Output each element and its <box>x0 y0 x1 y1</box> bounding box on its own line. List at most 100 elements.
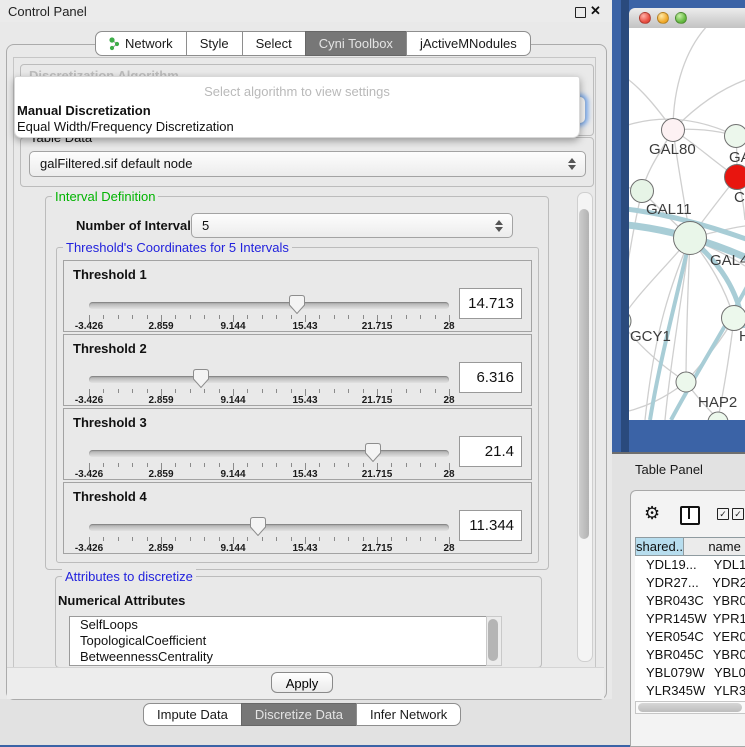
close-traffic-light-icon[interactable] <box>639 12 651 24</box>
network-node[interactable] <box>725 165 745 190</box>
tab-select[interactable]: Select <box>242 31 306 56</box>
shared-name-cell: YBL079W <box>635 664 708 682</box>
apply-button[interactable]: Apply <box>271 672 333 693</box>
attribute-list-item[interactable]: TopologicalCoefficient <box>70 633 486 649</box>
tick-label: 9.144 <box>220 469 245 480</box>
network-canvas[interactable]: GAL80GACGAL11GAL4HGCY1HAP2 <box>629 28 745 420</box>
scrollbar-thumb[interactable] <box>579 209 589 539</box>
threshold-slider[interactable] <box>89 368 449 388</box>
threshold-slider[interactable] <box>89 294 449 314</box>
threshold-value-field[interactable]: 11.344 <box>459 510 522 541</box>
network-node[interactable] <box>662 119 685 142</box>
slider-tick-labels: -3.4262.8599.14415.4321.71528 <box>89 543 449 555</box>
tab-impute-data[interactable]: Impute Data <box>143 703 242 726</box>
main-window-background: GAL80GACGAL11GAL4HGCY1HAP2 Table Panel s… <box>612 0 745 745</box>
tab-label: Infer Network <box>370 707 447 722</box>
tick-label: 15.43 <box>292 543 317 554</box>
table-row[interactable]: YBL079WYBL0 <box>635 664 745 682</box>
tab-network[interactable]: Network <box>95 31 187 56</box>
algorithm-option[interactable]: Manual Discretization <box>17 103 151 118</box>
node-label: GCY1 <box>630 328 671 345</box>
column-header-shared-name[interactable]: shared... <box>635 537 684 556</box>
node-label: GA <box>729 149 745 166</box>
up-down-arrows-icon[interactable] <box>568 158 576 170</box>
tick-label: 2.859 <box>148 395 173 406</box>
network-node[interactable] <box>631 180 654 203</box>
tick-label: 2.859 <box>148 321 173 332</box>
threshold-value-field[interactable]: 6.316 <box>459 362 522 393</box>
slider-track[interactable] <box>89 524 449 531</box>
network-edge[interactable] <box>673 80 745 130</box>
table-horizontal-scrollbar[interactable] <box>635 701 745 714</box>
select-none-icon[interactable] <box>732 508 744 520</box>
table-row[interactable]: YLR345WYLR3 <box>635 682 745 700</box>
split-columns-icon[interactable] <box>680 506 700 525</box>
slider-thumb[interactable] <box>250 517 266 536</box>
slider-track[interactable] <box>89 302 449 309</box>
table-data-combobox[interactable]: galFiltered.sif default node <box>29 151 586 177</box>
table-row[interactable]: YBR045CYBR0 <box>635 646 745 664</box>
attribute-list-item[interactable]: SelfLoops <box>70 617 486 633</box>
tick-label: -3.426 <box>75 469 103 480</box>
node-label: GAL80 <box>649 141 696 158</box>
threshold-panel: Threshold 3-3.4262.8599.14415.4321.71528… <box>63 408 532 480</box>
float-window-icon[interactable] <box>575 7 586 18</box>
tab-label: Network <box>125 36 173 51</box>
panel-title: Control Panel <box>8 4 87 19</box>
table-row[interactable]: YDL19...YDL1 <box>635 556 745 574</box>
slider-thumb[interactable] <box>365 443 381 462</box>
slider-thumb[interactable] <box>193 369 209 388</box>
tick-label: 28 <box>443 469 454 480</box>
shared-name-cell: YDL19... <box>635 556 708 574</box>
network-node[interactable] <box>674 222 707 255</box>
attribute-list-item[interactable]: BetweennessCentrality <box>70 649 486 665</box>
network-node[interactable] <box>708 412 728 420</box>
threshold-value-field[interactable]: 14.713 <box>459 288 522 319</box>
select-all-icon[interactable] <box>717 508 729 520</box>
threshold-slider[interactable] <box>89 442 449 462</box>
algorithm-option[interactable]: Equal Width/Frequency Discretization <box>17 119 234 134</box>
settings-scrollbar[interactable] <box>577 192 593 662</box>
tab-cyni-toolbox[interactable]: Cyni Toolbox <box>305 31 407 56</box>
minimize-traffic-light-icon[interactable] <box>657 12 669 24</box>
slider-track[interactable] <box>89 376 449 383</box>
tick-label: 21.715 <box>362 395 393 406</box>
tab-style[interactable]: Style <box>186 31 243 56</box>
close-icon[interactable] <box>590 3 604 19</box>
column-header-name[interactable]: name <box>684 537 745 556</box>
network-edge[interactable] <box>673 28 710 130</box>
tick-label: 15.43 <box>292 395 317 406</box>
tab-infer-network[interactable]: Infer Network <box>356 703 461 726</box>
tab-label: Discretize Data <box>255 707 343 722</box>
network-window-titlebar[interactable] <box>629 8 745 29</box>
table-data-value: galFiltered.sif default node <box>40 156 192 171</box>
tab-label: Select <box>256 36 292 51</box>
network-node[interactable] <box>676 372 696 392</box>
scrollbar-thumb[interactable] <box>488 619 498 661</box>
up-down-arrows-icon[interactable] <box>495 220 503 232</box>
name-cell: YBR0 <box>707 592 745 610</box>
threshold-slider[interactable] <box>89 516 449 536</box>
attributes-list-scrollbar[interactable] <box>486 616 502 666</box>
network-node[interactable] <box>722 306 745 331</box>
node-label: C <box>734 189 745 206</box>
scrollbar-thumb[interactable] <box>638 703 742 712</box>
slider-track[interactable] <box>89 450 449 457</box>
numerical-attributes-list[interactable]: SelfLoopsTopologicalCoefficientBetweenne… <box>69 616 487 666</box>
threshold-value-field[interactable]: 21.4 <box>459 436 522 467</box>
gear-icon[interactable] <box>644 504 660 522</box>
table-row[interactable]: YBR043CYBR0 <box>635 592 745 610</box>
slider-thumb[interactable] <box>289 295 305 314</box>
name-cell: YDR2 <box>706 574 745 592</box>
zoom-traffic-light-icon[interactable] <box>675 12 687 24</box>
table-row[interactable]: YPR145WYPR1 <box>635 610 745 628</box>
table-row[interactable]: YER054CYER0 <box>635 628 745 646</box>
network-node[interactable] <box>725 125 745 148</box>
number-of-intervals-spinner[interactable]: 5 <box>191 213 513 238</box>
tab-label: Cyni Toolbox <box>319 36 393 51</box>
tick-label: 28 <box>443 321 454 332</box>
tick-label: -3.426 <box>75 321 103 332</box>
tab-jactivemnodules[interactable]: jActiveMNodules <box>406 31 531 56</box>
table-row[interactable]: YDR27...YDR2 <box>635 574 745 592</box>
tab-discretize-data[interactable]: Discretize Data <box>241 703 357 726</box>
